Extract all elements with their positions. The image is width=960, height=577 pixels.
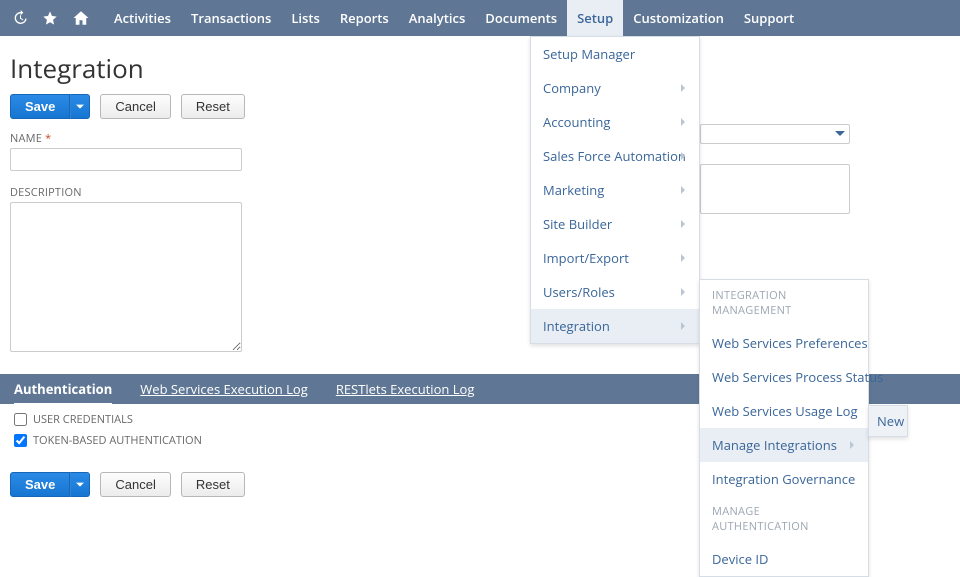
dd-import-export[interactable]: Import/Export	[531, 241, 699, 275]
dd-site-builder[interactable]: Site Builder	[531, 207, 699, 241]
required-mark: *	[45, 131, 51, 146]
dd-manage-integrations[interactable]: Manage Integrations	[700, 428, 868, 462]
menu-lists[interactable]: Lists	[281, 0, 330, 36]
note-textarea[interactable]	[700, 164, 850, 214]
cancel-button[interactable]: Cancel	[100, 94, 170, 119]
integ-header-2: MANAGE AUTHENTICATION	[700, 496, 868, 542]
dd-integration[interactable]: Integration	[531, 309, 699, 343]
recent-icon[interactable]	[12, 10, 28, 26]
cancel-button-bottom[interactable]: Cancel	[100, 472, 170, 497]
state-select[interactable]	[700, 124, 850, 144]
dd-setup-manager[interactable]: Setup Manager	[531, 37, 699, 71]
reset-button-bottom[interactable]: Reset	[181, 472, 245, 497]
dd-ws-prefs[interactable]: Web Services Preferences	[700, 326, 868, 360]
dd-users-roles[interactable]: Users/Roles	[531, 275, 699, 309]
save-chevron[interactable]	[70, 94, 90, 119]
integ-header-1: INTEGRATION MANAGEMENT	[700, 280, 868, 326]
menu-analytics[interactable]: Analytics	[399, 0, 476, 36]
dd-marketing[interactable]: Marketing	[531, 173, 699, 207]
dd-new[interactable]: New	[869, 406, 907, 436]
dd-sfa[interactable]: Sales Force Automation	[531, 139, 699, 173]
menu-support[interactable]: Support	[734, 0, 804, 36]
user-credentials-checkbox[interactable]	[14, 413, 27, 426]
menu-transactions[interactable]: Transactions	[181, 0, 281, 36]
save-split-button-bottom: Save	[10, 472, 90, 497]
integration-submenu: INTEGRATION MANAGEMENT Web Services Pref…	[699, 279, 869, 577]
dd-integ-governance[interactable]: Integration Governance	[700, 462, 868, 496]
page-title: Integration	[0, 36, 960, 94]
name-label-text: NAME	[10, 131, 42, 146]
top-nav: Activities Transactions Lists Reports An…	[0, 0, 960, 36]
save-button[interactable]: Save	[10, 94, 70, 119]
menu-setup[interactable]: Setup	[567, 0, 623, 36]
menu-activities[interactable]: Activities	[104, 0, 181, 36]
subtab-authentication[interactable]: Authentication	[14, 373, 112, 406]
dd-ws-process-status[interactable]: Web Services Process Status	[700, 360, 868, 394]
dd-accounting[interactable]: Accounting	[531, 105, 699, 139]
top-menu: Activities Transactions Lists Reports An…	[104, 0, 804, 36]
dd-ws-usage-log[interactable]: Web Services Usage Log	[700, 394, 868, 428]
subtab-restlets-log[interactable]: RESTlets Execution Log	[336, 380, 475, 398]
setup-dropdown: Setup Manager Company Accounting Sales F…	[530, 36, 700, 344]
user-credentials-label: USER CREDENTIALS	[33, 412, 133, 427]
menu-reports[interactable]: Reports	[330, 0, 399, 36]
subtab-ws-log[interactable]: Web Services Execution Log	[140, 380, 308, 398]
save-chevron-bottom[interactable]	[70, 472, 90, 497]
dd-company[interactable]: Company	[531, 71, 699, 105]
save-split-button: Save	[10, 94, 90, 119]
star-icon[interactable]	[42, 10, 58, 26]
home-icon[interactable]	[72, 9, 90, 27]
name-input[interactable]	[10, 148, 242, 171]
dd-device-id[interactable]: Device ID	[700, 542, 868, 576]
save-button-bottom[interactable]: Save	[10, 472, 70, 497]
manage-integrations-flyout: New	[868, 405, 908, 437]
menu-documents[interactable]: Documents	[475, 0, 567, 36]
reset-button[interactable]: Reset	[181, 94, 245, 119]
menu-customization[interactable]: Customization	[623, 0, 734, 36]
token-auth-checkbox[interactable]	[14, 434, 27, 447]
description-textarea[interactable]	[10, 202, 242, 352]
token-auth-label: TOKEN-BASED AUTHENTICATION	[33, 433, 202, 448]
